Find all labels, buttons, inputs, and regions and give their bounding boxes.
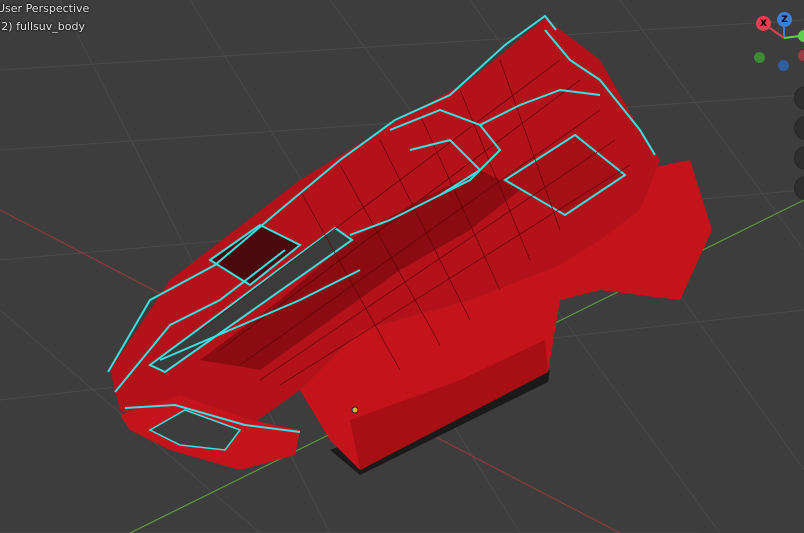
gizmo-neg-z-axis-button[interactable]: [778, 60, 789, 71]
gizmo-z-label: Z: [781, 14, 788, 25]
gizmo-axes: [763, 20, 801, 39]
gizmo-x-label: X: [760, 18, 767, 29]
gizmo-neg-x-axis-button[interactable]: [798, 50, 804, 61]
viewport-scene[interactable]: [0, 0, 804, 533]
gizmo-z-axis-button[interactable]: Z: [777, 12, 792, 27]
gizmo-neg-y-axis-button[interactable]: [754, 52, 765, 63]
3d-viewport[interactable]: User Perspective (2) fullsuv_body X Z: [0, 0, 804, 533]
active-object-label: (2) fullsuv_body: [0, 20, 85, 33]
car-body-mesh[interactable]: [107, 14, 712, 475]
gizmo-x-axis-button[interactable]: X: [756, 16, 771, 31]
object-origin[interactable]: [351, 406, 359, 414]
view-perspective-label: User Perspective: [0, 2, 90, 15]
navigation-gizmo[interactable]: X Z: [744, 8, 804, 72]
gizmo-y-axis-button[interactable]: [798, 30, 804, 42]
